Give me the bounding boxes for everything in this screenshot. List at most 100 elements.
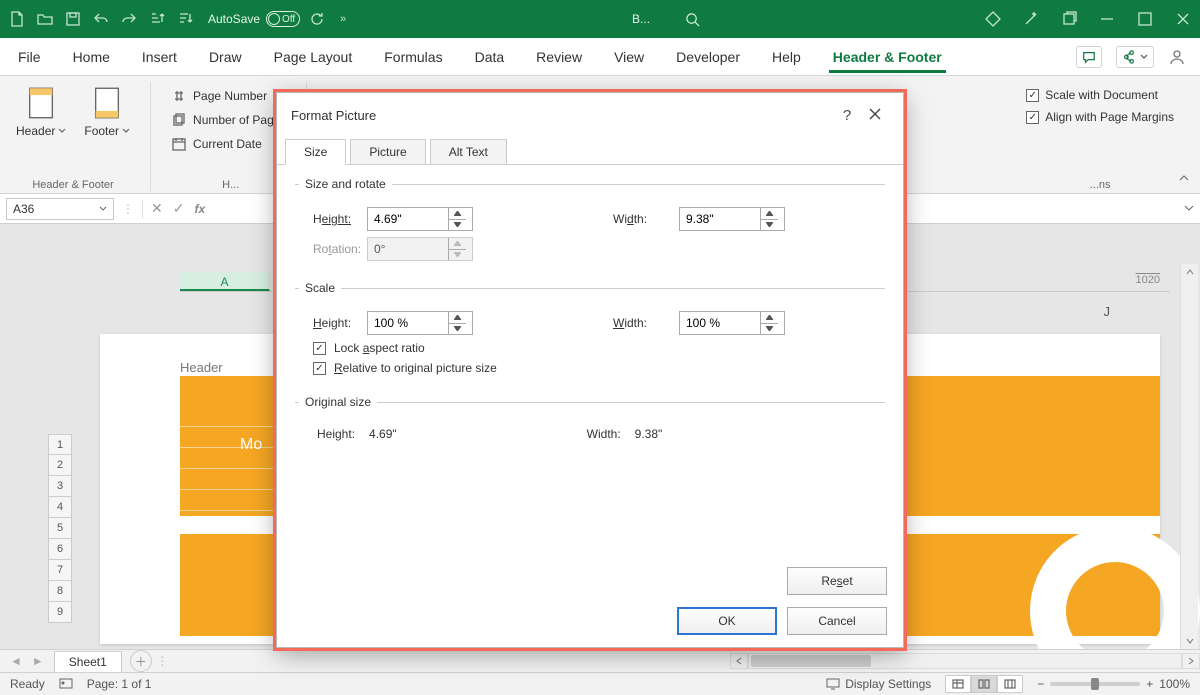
undo-icon[interactable] — [92, 10, 110, 28]
comments-button[interactable] — [1076, 46, 1102, 68]
tab-header-footer[interactable]: Header & Footer — [829, 41, 946, 73]
zoom-out-icon[interactable]: − — [1037, 677, 1044, 691]
display-settings-button[interactable]: Display Settings — [826, 677, 931, 691]
tab-help[interactable]: Help — [768, 41, 805, 73]
enter-formula-icon[interactable]: ✓ — [173, 200, 185, 217]
tab-developer[interactable]: Developer — [672, 41, 744, 73]
horizontal-scrollbar[interactable] — [730, 653, 1200, 669]
label-width: Width: — [613, 212, 669, 226]
page-number-button[interactable]: Page Number — [169, 86, 292, 106]
view-normal-icon[interactable] — [945, 675, 971, 693]
save-icon[interactable] — [64, 10, 82, 28]
spinner-down-icon — [449, 220, 466, 231]
footer-dropdown[interactable]: Footer — [78, 82, 136, 142]
number-of-pages-button[interactable]: Number of Page... — [169, 110, 292, 130]
cancel-formula-icon[interactable]: ✕ — [151, 200, 163, 217]
wand-icon[interactable] — [1022, 10, 1040, 28]
sheet-tab-sheet1[interactable]: Sheet1 — [54, 651, 122, 674]
diamond-icon[interactable] — [984, 10, 1002, 28]
tab-page-layout[interactable]: Page Layout — [270, 41, 357, 73]
view-page-break-icon[interactable] — [997, 675, 1023, 693]
cancel-button[interactable]: Cancel — [787, 607, 887, 635]
header-section-label: Header — [180, 360, 223, 375]
sort-asc-icon[interactable] — [148, 10, 166, 28]
chevron-down-icon — [99, 205, 107, 213]
macro-record-icon[interactable] — [59, 676, 73, 693]
spinner-down-icon — [449, 324, 466, 335]
zoom-slider[interactable]: − + 100% — [1037, 677, 1190, 691]
tab-home[interactable]: Home — [69, 41, 114, 73]
label-scale-height: Height: — [299, 316, 357, 330]
view-page-layout-icon[interactable] — [971, 675, 997, 693]
ribbon-group-options: ✓Scale with Document ✓Align with Page Ma… — [1024, 82, 1190, 191]
maximize-icon[interactable] — [1136, 10, 1154, 28]
autosave-toggle[interactable]: AutoSave Off — [208, 11, 300, 27]
group-original-size: Original size Height:4.69" Width:9.38" — [295, 395, 885, 445]
dialog-tab-picture[interactable]: Picture — [350, 139, 425, 164]
scale-width-input[interactable] — [679, 311, 785, 335]
col-header-j[interactable]: J — [1104, 304, 1111, 319]
new-file-icon[interactable] — [8, 10, 26, 28]
tab-review[interactable]: Review — [532, 41, 586, 73]
tab-view[interactable]: View — [610, 41, 648, 73]
sheet-tab-bar: ◄► Sheet1 ＋ ⋮ — [0, 649, 1200, 672]
search-icon[interactable] — [680, 7, 704, 31]
dialog-titlebar[interactable]: Format Picture ? — [277, 93, 903, 137]
tab-file[interactable]: File — [14, 41, 45, 73]
group-scale: Scale Height: Width: ✓Lock aspect ratio … — [295, 281, 885, 385]
refresh-icon[interactable] — [308, 10, 326, 28]
hash-icon — [171, 88, 187, 104]
current-date-button[interactable]: Current Date — [169, 134, 292, 154]
vertical-scrollbar[interactable] — [1180, 264, 1198, 649]
height-input[interactable] — [367, 207, 473, 231]
checkbox-checked-icon: ✓ — [1026, 111, 1039, 124]
label-orig-width: Width: — [587, 427, 621, 441]
redo-icon[interactable] — [120, 10, 138, 28]
minimize-icon[interactable] — [1098, 10, 1116, 28]
name-box[interactable]: A36 — [6, 198, 114, 220]
header-dropdown[interactable]: Header — [10, 82, 72, 142]
dialog-tab-size[interactable]: Size — [285, 139, 346, 165]
dialog-close-icon[interactable] — [861, 107, 889, 124]
dialog-help-icon[interactable]: ? — [833, 107, 861, 124]
scroll-right-icon — [1182, 653, 1200, 669]
more-icon[interactable]: » — [334, 10, 352, 28]
sheet-nav[interactable]: ◄► — [0, 654, 54, 668]
scale-height-input[interactable] — [367, 311, 473, 335]
lock-aspect-ratio-checkbox[interactable]: ✓Lock aspect ratio — [299, 341, 881, 355]
new-sheet-button[interactable]: ＋ — [130, 650, 152, 672]
ok-button[interactable]: OK — [677, 607, 777, 635]
tab-splitter[interactable]: ⋮ — [152, 654, 174, 668]
row-headers[interactable]: 123 456 789 — [48, 434, 72, 623]
title-bar: AutoSave Off » B... — [0, 0, 1200, 38]
width-input[interactable] — [679, 207, 785, 231]
col-header-a: A — [180, 272, 270, 291]
zoom-in-icon[interactable]: + — [1146, 677, 1153, 691]
tab-formulas[interactable]: Formulas — [380, 41, 446, 73]
tab-data[interactable]: Data — [471, 41, 509, 73]
close-icon[interactable] — [1174, 10, 1192, 28]
dialog-tabs: Size Picture Alt Text — [277, 137, 903, 165]
scale-with-document-checkbox[interactable]: ✓Scale with Document — [1024, 86, 1176, 104]
scroll-left-icon — [730, 653, 748, 669]
open-icon[interactable] — [36, 10, 54, 28]
dialog-tab-alt-text[interactable]: Alt Text — [430, 139, 507, 164]
account-icon[interactable] — [1168, 48, 1186, 66]
align-with-margins-checkbox[interactable]: ✓Align with Page Margins — [1024, 108, 1176, 126]
spinner-up-icon — [449, 238, 466, 250]
tab-insert[interactable]: Insert — [138, 41, 181, 73]
qat — [8, 10, 194, 28]
reset-button[interactable]: Reset — [787, 567, 887, 595]
window-restore-icon[interactable] — [1060, 10, 1078, 28]
group-size-rotate: Size and rotate Height: Width: Rotation: — [295, 177, 885, 271]
value-orig-height: 4.69" — [369, 427, 397, 441]
expand-formula-bar-icon[interactable] — [1184, 202, 1194, 216]
collapse-ribbon-icon[interactable] — [1178, 172, 1190, 187]
share-button[interactable] — [1116, 46, 1154, 68]
relative-to-original-checkbox[interactable]: ✓Relative to original picture size — [299, 361, 881, 375]
insert-function-icon[interactable]: fx — [194, 202, 205, 216]
sort-desc-icon[interactable] — [176, 10, 194, 28]
checkbox-checked-icon: ✓ — [313, 342, 326, 355]
tab-draw[interactable]: Draw — [205, 41, 246, 73]
zoom-level[interactable]: 100% — [1159, 677, 1190, 691]
